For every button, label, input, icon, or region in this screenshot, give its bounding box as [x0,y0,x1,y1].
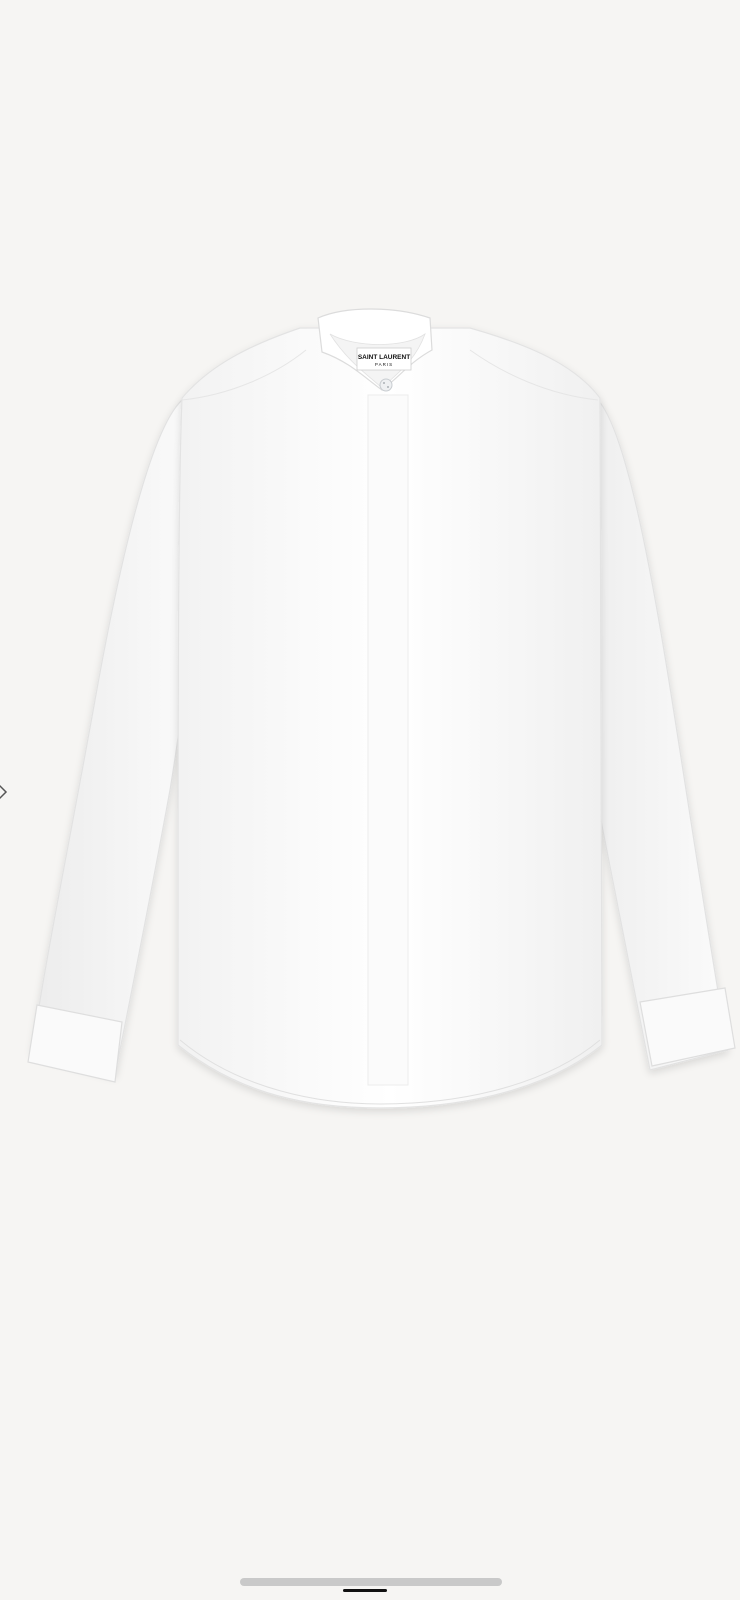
chevron-left-icon[interactable] [0,772,12,808]
right-cuff [639,987,736,1067]
placket [367,394,409,1086]
gallery-scrollbar[interactable] [240,1578,502,1586]
left-sleeve [31,398,201,1076]
shirt-illustration: SAINT LAURENT PARIS [27,308,736,1109]
product-gallery-screen: SAINT LAURENT PARIS [0,0,740,1600]
collar-button [379,378,393,392]
label-city-text: PARIS [375,362,393,367]
home-indicator[interactable] [343,1589,387,1592]
product-image[interactable]: SAINT LAURENT PARIS [0,0,740,1600]
label-brand-text: SAINT LAURENT [358,354,410,361]
